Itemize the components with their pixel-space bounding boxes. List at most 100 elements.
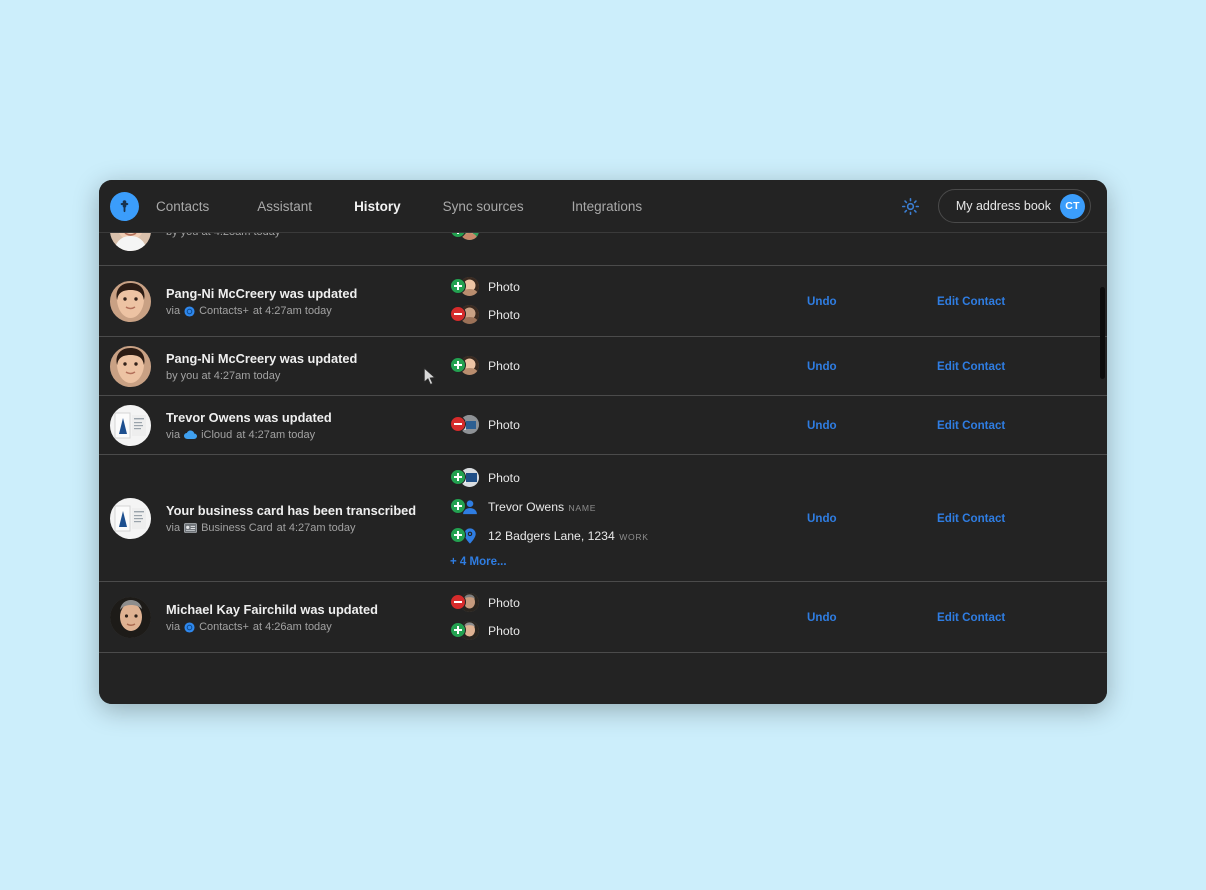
undo-button[interactable]: Undo	[807, 512, 937, 525]
row-subtitle-suffix: at 4:27am today	[276, 522, 356, 535]
change-icon	[450, 526, 478, 546]
history-row[interactable]: Pang-Ni McCreery was updated via Contact…	[99, 266, 1107, 337]
row-changes	[450, 233, 807, 247]
row-text-block: Pang-Ni McCreery was updated via Contact…	[166, 285, 422, 317]
add-badge-icon	[450, 469, 466, 485]
header-right-controls: My address book CT	[898, 189, 1091, 223]
contacts-plus-logo-icon[interactable]	[110, 191, 139, 221]
edit-contact-button[interactable]: Edit Contact	[937, 295, 1005, 308]
history-row[interactable]: Trevor Owens was updated via iCloud at 4…	[99, 396, 1107, 455]
history-list: by you at 4:28am today	[99, 233, 1107, 704]
row-text-block: Trevor Owens was updated via iCloud at 4…	[166, 409, 422, 441]
row-changes: Photo	[450, 271, 807, 331]
address-book-label: My address book	[955, 199, 1051, 213]
scrollbar-thumb[interactable]	[1100, 287, 1105, 379]
row-subtitle: by you at 4:27am today	[166, 370, 422, 382]
add-badge-icon	[450, 278, 466, 294]
change-item: Trevor Owens NAME	[450, 497, 807, 517]
change-text: Photo	[488, 621, 520, 640]
change-value: Photo	[488, 308, 520, 323]
row-subtitle: via Contacts+ at 4:27am today	[166, 305, 422, 317]
row-subtitle-suffix: at 4:27am today	[236, 429, 316, 442]
app-header: Contacts Assistant History Sync sources …	[99, 180, 1107, 233]
undo-button[interactable]: Undo	[807, 419, 937, 432]
edit-contact-button[interactable]: Edit Contact	[937, 512, 1005, 525]
change-item: Photo	[450, 468, 807, 488]
change-value: Photo	[488, 596, 520, 611]
change-text: 12 Badgers Lane, 1234 WORK	[488, 526, 649, 545]
nav-item-sync-sources[interactable]: Sync sources	[443, 193, 524, 220]
business-card-icon	[184, 523, 198, 533]
change-value: Trevor Owens	[488, 500, 565, 515]
row-subtitle-suffix: at 4:26am today	[252, 621, 332, 634]
row-changes: Photo	[450, 462, 807, 574]
change-icon	[450, 305, 479, 325]
change-item: Photo	[450, 305, 807, 325]
change-value: 12 Badgers Lane, 1234	[488, 529, 615, 544]
change-item: 12 Badgers Lane, 1234 WORK	[450, 526, 807, 546]
history-row[interactable]: by you at 4:28am today	[99, 233, 1107, 266]
row-subtitle-text: by you at 4:27am today	[166, 370, 281, 383]
history-row[interactable]: Pang-Ni McCreery was updated by you at 4…	[99, 337, 1107, 396]
address-book-selector[interactable]: My address book CT	[937, 189, 1091, 223]
history-row[interactable]: Michael Kay Fairchild was updated via Co…	[99, 582, 1107, 653]
change-value: Photo	[488, 624, 520, 639]
contact-avatar	[110, 596, 151, 638]
change-value: Photo	[488, 418, 520, 433]
remove-badge-icon	[450, 594, 466, 610]
change-value: Photo	[488, 359, 520, 374]
change-text: Photo	[488, 593, 520, 612]
change-text: Photo	[488, 356, 520, 375]
contact-avatar	[110, 404, 151, 446]
contact-avatar	[110, 345, 151, 387]
row-title: Your business card has been transcribed	[166, 502, 417, 518]
nav-item-assistant[interactable]: Assistant	[257, 193, 312, 220]
row-subtitle: by you at 4:28am today	[166, 233, 422, 238]
row-changes: Photo	[450, 587, 807, 647]
remove-badge-icon	[450, 416, 466, 432]
edit-contact-button[interactable]: Edit Contact	[937, 419, 1005, 432]
avatar[interactable]: CT	[1060, 193, 1085, 219]
show-more-changes-link[interactable]: + 4 More...	[450, 556, 807, 568]
change-field-label: WORK	[619, 532, 649, 543]
undo-button[interactable]: Undo	[807, 295, 937, 308]
row-source: Business Card	[201, 522, 273, 535]
change-text: Photo	[488, 415, 520, 434]
change-item: Photo	[450, 356, 807, 376]
row-subtitle-prefix: via	[166, 305, 181, 318]
undo-button[interactable]: Undo	[807, 360, 937, 373]
row-subtitle-suffix: at 4:27am today	[252, 305, 332, 318]
contact-avatar	[110, 233, 151, 251]
nav-item-history[interactable]: History	[354, 193, 401, 220]
row-text-block: Pang-Ni McCreery was updated by you at 4…	[166, 350, 422, 382]
change-value: Photo	[488, 280, 520, 295]
nav-item-integrations[interactable]: Integrations	[572, 193, 643, 220]
sun-icon[interactable]	[898, 193, 924, 219]
edit-contact-button[interactable]: Edit Contact	[937, 360, 1005, 373]
change-value: Photo	[488, 471, 520, 486]
add-badge-icon	[450, 498, 466, 514]
contacts-plus-icon	[184, 306, 195, 317]
row-actions: Undo Edit Contact	[807, 611, 1107, 624]
row-changes: Photo	[450, 350, 807, 382]
main-nav: Contacts Assistant History Sync sources …	[156, 193, 690, 220]
edit-contact-button[interactable]: Edit Contact	[937, 611, 1005, 624]
change-item: Photo	[450, 415, 807, 435]
change-text: Photo	[488, 277, 520, 296]
contact-avatar	[110, 497, 151, 539]
row-text-block: Michael Kay Fairchild was updated via Co…	[166, 601, 422, 633]
row-text-block: by you at 4:28am today	[166, 233, 422, 238]
row-subtitle: via Contacts+ at 4:26am today	[166, 621, 422, 633]
change-text: Trevor Owens NAME	[488, 497, 596, 516]
icloud-icon	[184, 430, 198, 440]
add-badge-icon	[450, 622, 466, 638]
change-item	[450, 233, 807, 241]
add-badge-icon	[450, 527, 466, 543]
row-source: Contacts+	[199, 305, 249, 318]
change-icon	[450, 415, 479, 435]
app-window: Contacts Assistant History Sync sources …	[99, 180, 1107, 704]
undo-button[interactable]: Undo	[807, 611, 937, 624]
history-row[interactable]: Your business card has been transcribed …	[99, 455, 1107, 582]
nav-item-contacts[interactable]: Contacts	[156, 193, 209, 220]
change-item: Photo	[450, 593, 807, 613]
